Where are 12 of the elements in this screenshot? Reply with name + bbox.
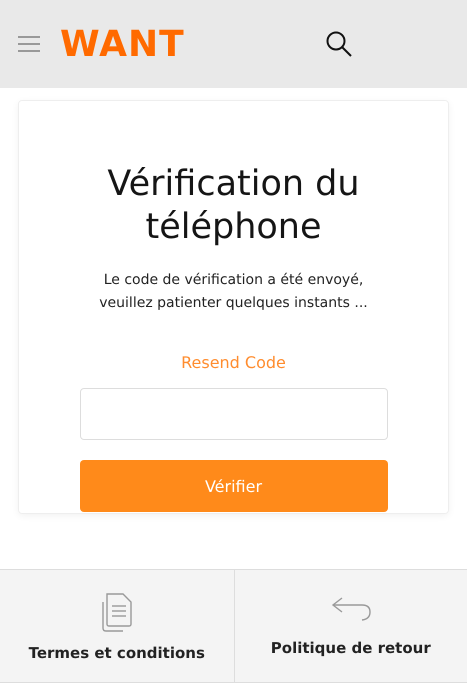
footer-link-label: Politique de retour bbox=[270, 639, 431, 657]
footer-link[interactable]: Politique de retour bbox=[234, 570, 467, 682]
resend-code-link[interactable]: Resend Code bbox=[181, 353, 286, 372]
logo[interactable]: WANT bbox=[60, 24, 185, 64]
code-input-field[interactable] bbox=[80, 388, 388, 440]
verify-button[interactable]: Vérifier bbox=[80, 460, 388, 512]
footer-link-label: Termes et conditions bbox=[28, 644, 205, 662]
page-title: Vérification du téléphone bbox=[106, 163, 361, 249]
search-icon[interactable] bbox=[324, 30, 353, 58]
footer-link[interactable]: Termes et conditions bbox=[0, 570, 234, 682]
info-message: Le code de vérification a été envoyé, veuillez patienter quelques instants ... bbox=[98, 271, 369, 313]
menu-icon[interactable] bbox=[18, 34, 40, 54]
